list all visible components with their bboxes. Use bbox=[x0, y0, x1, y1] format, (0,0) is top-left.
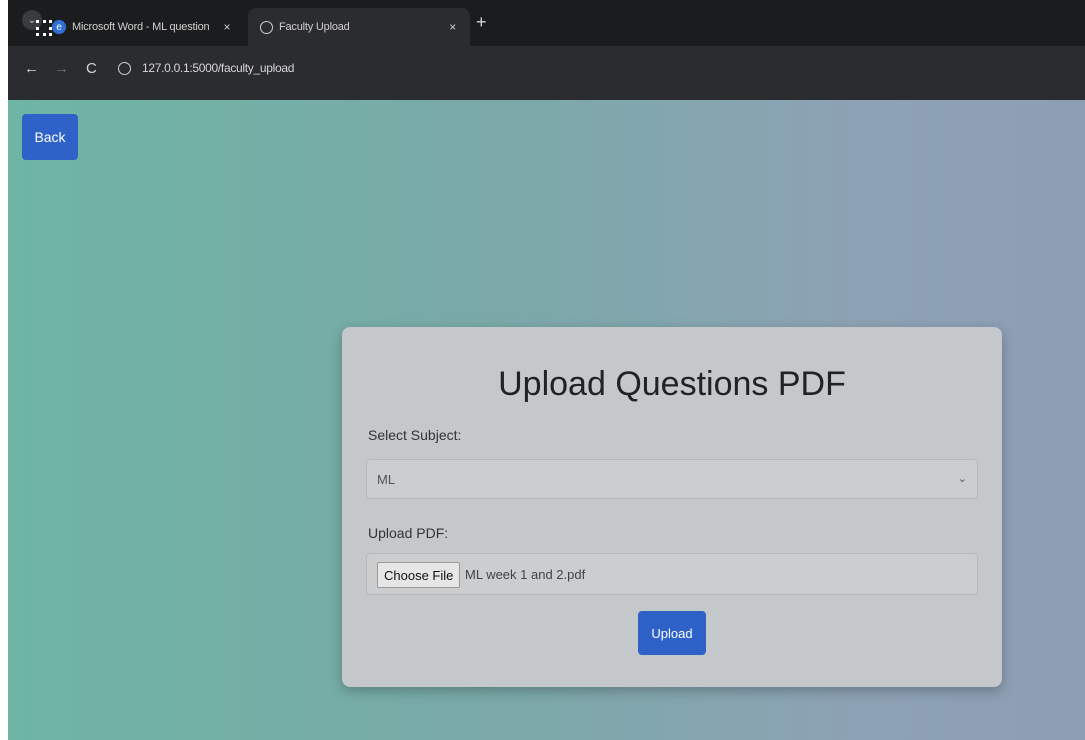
new-tab-button[interactable]: + bbox=[476, 12, 487, 33]
subject-select-value: ML bbox=[377, 472, 396, 487]
back-arrow-icon[interactable]: ← bbox=[24, 60, 39, 77]
upload-button[interactable]: Upload bbox=[638, 611, 706, 655]
upload-card: Upload Questions PDF Select Subject: ML … bbox=[342, 327, 1002, 687]
tab-bar: ⌄ e Microsoft Word - ML question × Facul… bbox=[8, 0, 1085, 46]
tab-title: Faculty Upload bbox=[279, 21, 350, 33]
fullscreen-icon bbox=[36, 20, 52, 36]
tab-faculty-upload[interactable]: Faculty Upload × bbox=[248, 8, 470, 46]
forward-arrow-icon[interactable]: → bbox=[54, 60, 69, 77]
back-button[interactable]: Back bbox=[22, 114, 78, 160]
page-body: Back Upload Questions PDF Select Subject… bbox=[8, 100, 1085, 740]
pdf-label: Upload PDF: bbox=[368, 525, 449, 541]
subject-select[interactable]: ML ⌄ bbox=[366, 459, 978, 499]
chevron-down-icon: ⌄ bbox=[957, 473, 967, 485]
globe-icon bbox=[260, 20, 273, 34]
tab-close-icon[interactable]: × bbox=[223, 20, 230, 34]
browser-chrome: ⌄ e Microsoft Word - ML question × Facul… bbox=[8, 0, 1085, 100]
choose-file-button[interactable]: Choose File bbox=[377, 562, 461, 588]
subject-label: Select Subject: bbox=[368, 427, 462, 443]
browser-toolbar: ← → C 127.0.0.1:5000/faculty_upload bbox=[8, 46, 1085, 100]
page-title: Upload Questions PDF bbox=[498, 365, 846, 403]
site-info-icon[interactable] bbox=[118, 62, 131, 75]
tab-microsoft-word[interactable]: e Microsoft Word - ML question × bbox=[52, 8, 248, 46]
reload-icon[interactable]: C bbox=[86, 60, 97, 77]
selected-file-name: ML week 1 and 2.pdf bbox=[465, 567, 586, 582]
tab-title: Microsoft Word - ML question bbox=[72, 21, 210, 33]
address-bar[interactable]: 127.0.0.1:5000/faculty_upload bbox=[142, 61, 294, 75]
file-input[interactable]: Choose File ML week 1 and 2.pdf bbox=[366, 553, 978, 595]
edge-icon: e bbox=[52, 20, 66, 34]
tab-close-icon[interactable]: × bbox=[449, 20, 456, 34]
